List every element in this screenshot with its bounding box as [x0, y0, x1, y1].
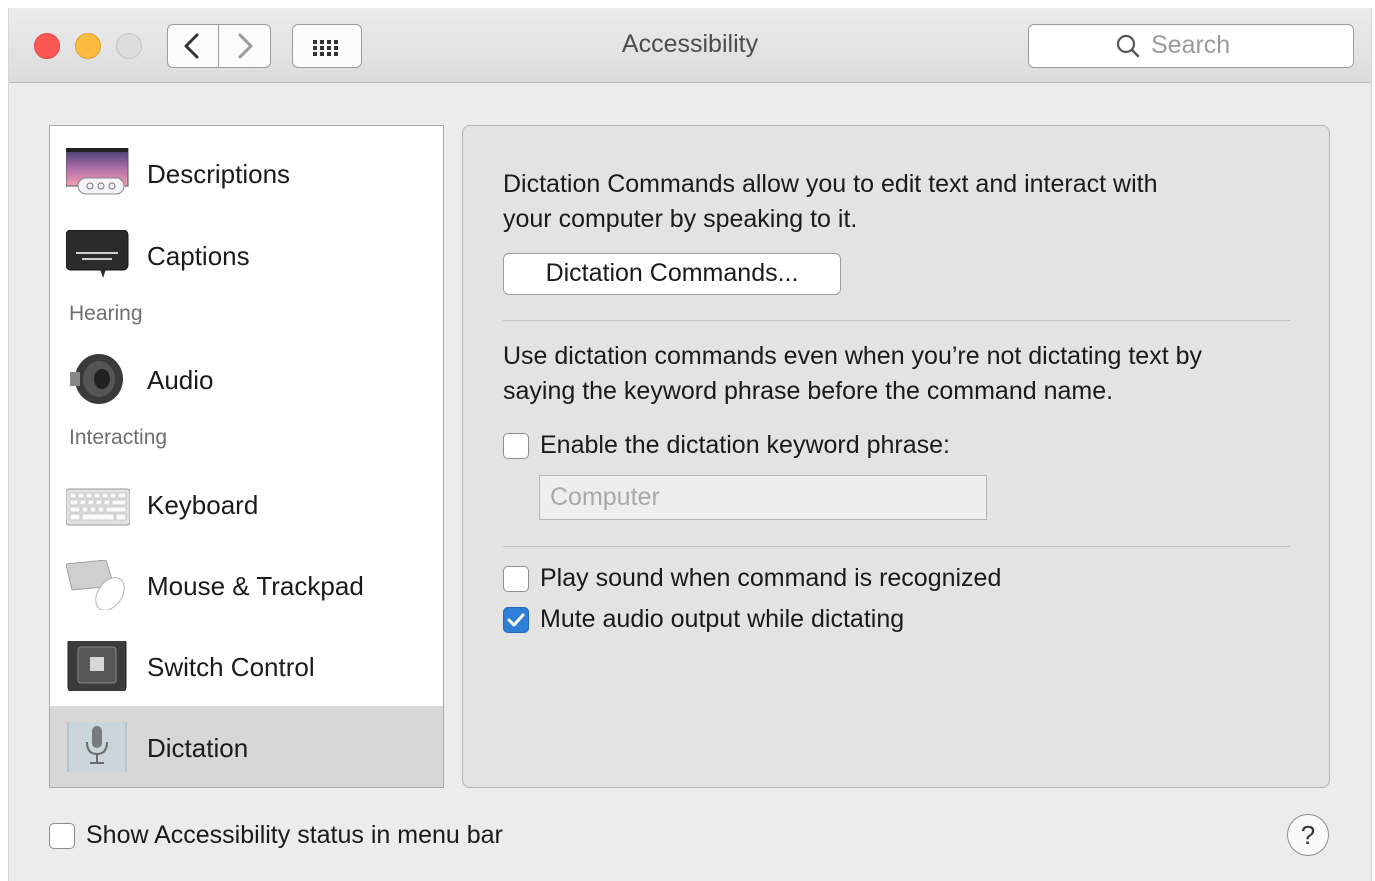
divider	[503, 546, 1290, 547]
speaker-icon	[70, 354, 123, 404]
search-field[interactable]: Search	[1028, 24, 1354, 68]
switch-control-icon	[67, 641, 127, 691]
sidebar-item-label: Keyboard	[147, 490, 259, 520]
search-icon	[1116, 34, 1140, 58]
microphone-icon	[67, 722, 127, 772]
enable-keyword-label: Enable the dictation keyword phrase:	[540, 431, 950, 459]
sidebar-item-label: Audio	[147, 365, 214, 395]
sidebar-item-captions[interactable]: Captions	[50, 214, 443, 296]
show-status-checkbox[interactable]	[49, 823, 75, 849]
category-sidebar: Descriptions Captions Hearing Audio Inte…	[49, 125, 444, 788]
sidebar-item-audio[interactable]: Audio	[50, 338, 443, 420]
mute-audio-label: Mute audio output while dictating	[540, 605, 905, 633]
sidebar-item-label: Captions	[147, 241, 250, 271]
sidebar-item-dictation[interactable]: Dictation	[50, 706, 443, 787]
play-sound-label: Play sound when command is recognized	[540, 564, 1002, 592]
keyword-text-line-2: saying the keyword phrase before the com…	[503, 377, 1114, 405]
keyboard-icon	[66, 488, 130, 526]
intro-text-line-1: Dictation Commands allow you to edit tex…	[503, 170, 1158, 198]
sidebar-item-label: Switch Control	[147, 652, 315, 682]
play-sound-checkbox[interactable]	[503, 566, 529, 592]
dictation-commands-button[interactable]: Dictation Commands...	[503, 253, 841, 295]
sidebar-item-descriptions[interactable]: Descriptions	[50, 132, 443, 214]
mute-audio-checkbox[interactable]	[503, 607, 529, 633]
section-header-interacting: Interacting	[69, 426, 168, 449]
show-status-label: Show Accessibility status in menu bar	[86, 821, 503, 849]
sidebar-item-label: Mouse & Trackpad	[147, 571, 364, 601]
descriptions-icon	[66, 148, 129, 195]
sidebar-item-keyboard[interactable]: Keyboard	[50, 463, 443, 545]
sidebar-item-mouse-trackpad[interactable]: Mouse & Trackpad	[50, 544, 443, 626]
preferences-window: Accessibility Search Descriptions Captio…	[8, 8, 1372, 881]
sidebar-item-label: Descriptions	[147, 159, 291, 189]
enable-keyword-checkbox[interactable]	[503, 433, 529, 459]
help-button[interactable]: ?	[1287, 814, 1329, 856]
mouse-icon	[66, 560, 125, 610]
keyword-phrase-field[interactable]	[539, 475, 987, 520]
intro-text-line-2: your computer by speaking to it.	[503, 205, 858, 233]
captions-icon	[66, 230, 129, 278]
keyword-text-line-1: Use dictation commands even when you’re …	[503, 342, 1202, 370]
divider	[503, 320, 1290, 321]
search-placeholder: Search	[1151, 31, 1231, 59]
section-header-hearing: Hearing	[69, 302, 143, 325]
dictation-settings-panel: Dictation Commands allow you to edit tex…	[462, 125, 1330, 788]
sidebar-item-switch-control[interactable]: Switch Control	[50, 625, 443, 707]
title-bar: Accessibility Search	[9, 8, 1371, 83]
keyword-phrase-input[interactable]	[548, 476, 972, 519]
sidebar-item-label: Dictation	[147, 733, 249, 763]
checkmark-icon	[507, 613, 525, 627]
